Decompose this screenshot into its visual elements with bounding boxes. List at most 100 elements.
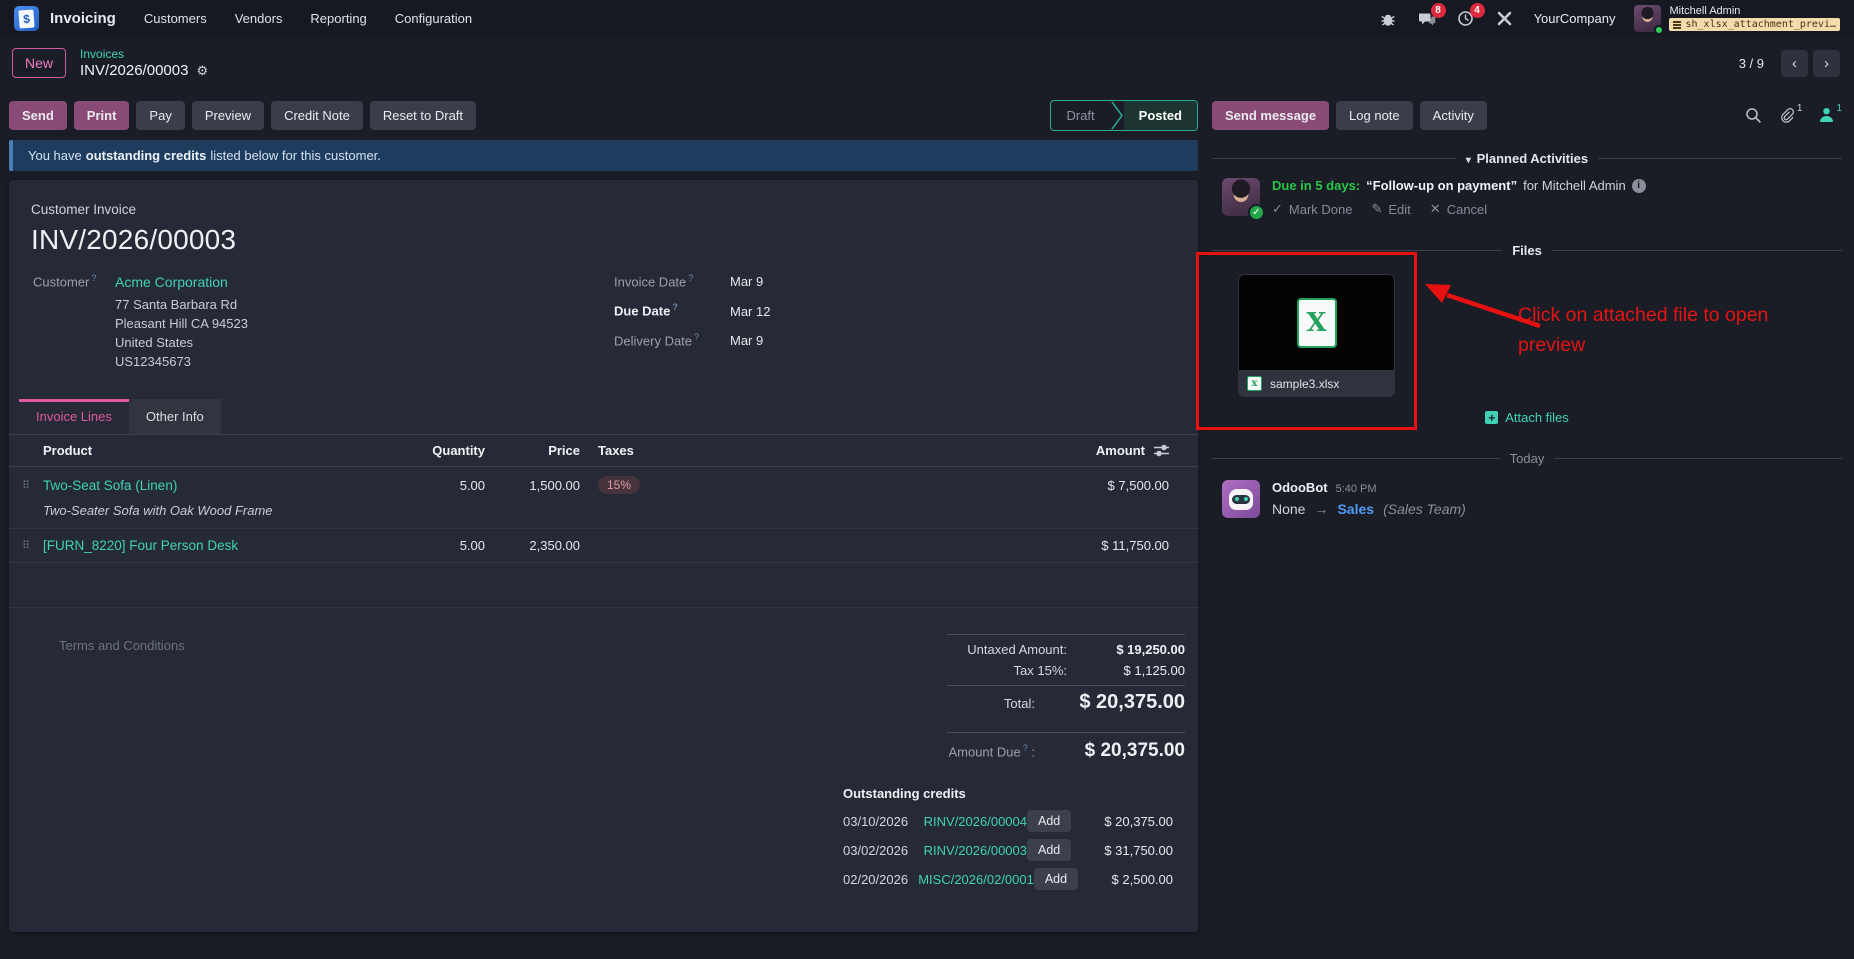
due-date-value[interactable]: Mar 12 — [730, 304, 770, 319]
mark-done-button[interactable]: ✓ Mark Done — [1272, 201, 1352, 217]
tools-icon[interactable] — [1495, 9, 1515, 29]
invoicing-app-icon[interactable]: $ — [14, 6, 39, 31]
edit-activity-button[interactable]: ✎ Edit — [1371, 201, 1410, 217]
credit-reference-link[interactable]: RINV/2026/00004 — [924, 814, 1027, 829]
main-content: Send Print Pay Preview Credit Note Reset… — [0, 89, 1854, 959]
menu-reporting[interactable]: Reporting — [310, 11, 366, 26]
drag-handle-icon[interactable]: ⠿ — [9, 530, 43, 561]
col-amount[interactable]: Amount — [1096, 443, 1145, 458]
dollar-sheet-icon: $ — [18, 8, 35, 29]
reset-to-draft-button[interactable]: Reset to Draft — [369, 101, 477, 130]
caret-down-icon[interactable]: ▾ — [1466, 155, 1471, 166]
customer-link[interactable]: Acme Corporation — [115, 273, 248, 292]
cancel-icon: ✕ — [1429, 201, 1441, 216]
menu-customers[interactable]: Customers — [144, 11, 207, 26]
search-messages-icon[interactable] — [1745, 107, 1762, 124]
activity-assignee: for Mitchell Admin — [1523, 178, 1626, 193]
activity-due: Due in 5 days: — [1272, 178, 1361, 193]
credit-reference-link[interactable]: RINV/2026/00003 — [924, 843, 1027, 858]
attachment-thumbnail[interactable]: X — [1238, 274, 1395, 370]
attach-files-button[interactable]: + Attach files — [1212, 410, 1842, 425]
breadcrumb-invoices[interactable]: Invoices — [80, 47, 208, 61]
activity-button[interactable]: Activity — [1419, 101, 1487, 130]
message-time: 5:40 PM — [1335, 483, 1377, 495]
credit-reference-link[interactable]: MISC/2026/02/0001 — [918, 872, 1034, 887]
new-button[interactable]: New — [12, 48, 67, 78]
log-note-button[interactable]: Log note — [1336, 101, 1413, 130]
address-line: US12345673 — [115, 354, 191, 369]
attachment-card-sample3-xlsx[interactable]: X x sample3.xlsx — [1238, 274, 1395, 397]
optional-columns-icon[interactable] — [1154, 444, 1169, 457]
credit-date: 03/02/2026 — [843, 842, 909, 858]
menu-vendors[interactable]: Vendors — [235, 11, 283, 26]
price-value[interactable]: 1,500.00 — [485, 469, 580, 502]
quantity-value[interactable]: 5.00 — [385, 469, 485, 502]
invoice-line-row[interactable]: ⠿ [FURN_8220] Four Person Desk 5.00 2,35… — [9, 529, 1198, 563]
invoice-date-value[interactable]: Mar 9 — [730, 274, 763, 289]
state-draft[interactable]: Draft — [1051, 101, 1109, 130]
product-link[interactable]: [FURN_8220] Four Person Desk — [43, 529, 385, 562]
product-link[interactable]: Two-Seat Sofa (Linen) — [43, 469, 385, 502]
totals: Untaxed Amount: $ 19,250.00 Tax 15%: $ 1… — [947, 634, 1185, 762]
app-name[interactable]: Invoicing — [50, 10, 116, 27]
price-value[interactable]: 2,350.00 — [485, 529, 580, 562]
arrow-right-icon: → — [1314, 501, 1329, 517]
pay-button[interactable]: Pay — [136, 101, 185, 130]
breadcrumb: Invoices INV/2026/00003 ⚙ — [80, 47, 208, 79]
messages-icon[interactable]: 8 — [1417, 2, 1446, 29]
attachments-icon[interactable]: 1 — [1779, 103, 1802, 124]
preview-button[interactable]: Preview — [191, 101, 265, 130]
systray: 8 4 YourCompany Mitchell Admin sh_xlsx_a… — [1378, 2, 1840, 35]
untaxed-amount-row: Untaxed Amount: $ 19,250.00 — [947, 634, 1185, 660]
attachment-count: 1 — [1796, 103, 1803, 114]
empty-line-row[interactable] — [9, 563, 1198, 608]
state-posted[interactable]: Posted — [1123, 101, 1197, 130]
quantity-value[interactable]: 5.00 — [385, 529, 485, 562]
company-switcher[interactable]: YourCompany — [1534, 11, 1616, 26]
followers-icon[interactable]: 1 — [1819, 103, 1842, 123]
form-view: Send Print Pay Preview Credit Note Reset… — [9, 89, 1198, 959]
credit-note-button[interactable]: Credit Note — [271, 101, 363, 130]
delivery-date-value[interactable]: Mar 9 — [730, 333, 763, 348]
invoice-line-row[interactable]: ⠿ Two-Seat Sofa (Linen) 5.00 1,500.00 15… — [9, 467, 1198, 529]
gear-icon[interactable]: ⚙ — [196, 63, 208, 79]
terms-placeholder[interactable]: Terms and Conditions — [59, 634, 185, 762]
outstanding-credit-row: 02/20/2026 MISC/2026/02/0001 Add $ 2,500… — [843, 868, 1173, 890]
statusbar: Send Print Pay Preview Credit Note Reset… — [9, 100, 1198, 131]
activity-item: ✓ Due in 5 days: “Follow-up on payment” … — [1222, 178, 1842, 221]
top-navbar: $ Invoicing Customers Vendors Reporting … — [0, 0, 1854, 37]
drag-handle-icon[interactable]: ⠿ — [9, 470, 43, 501]
info-icon[interactable]: i — [1631, 178, 1646, 193]
cancel-activity-button[interactable]: ✕ Cancel — [1430, 201, 1487, 217]
bug-icon[interactable] — [1378, 9, 1398, 29]
odoobot-avatar — [1222, 480, 1260, 518]
pager-previous-button[interactable]: ‹ — [1781, 49, 1808, 77]
user-menu[interactable]: Mitchell Admin sh_xlsx_attachment_previ… — [1634, 5, 1840, 35]
amount-value: $ 7,500.00 — [1107, 477, 1169, 493]
pager-count: 3 / 9 — [1738, 55, 1764, 71]
tracking-new-value-link[interactable]: Sales — [1337, 501, 1374, 517]
send-button[interactable]: Send — [9, 101, 67, 130]
col-taxes[interactable]: Taxes — [580, 443, 750, 458]
col-price[interactable]: Price — [485, 443, 580, 458]
untaxed-amount-value: $ 19,250.00 — [1116, 642, 1185, 657]
add-credit-button[interactable]: Add — [1033, 868, 1079, 890]
col-product[interactable]: Product — [43, 443, 385, 458]
message-author[interactable]: OdooBot — [1272, 480, 1328, 495]
credit-date: 02/20/2026 — [843, 871, 909, 887]
add-credit-button[interactable]: Add — [1027, 810, 1072, 832]
outstanding-credits: Outstanding credits 03/10/2026 RINV/2026… — [843, 786, 1173, 890]
attachment-filename: sample3.xlsx — [1270, 376, 1340, 391]
tab-other-info[interactable]: Other Info — [128, 399, 221, 434]
pager-next-button[interactable]: › — [1813, 49, 1840, 77]
tab-invoice-lines[interactable]: Invoice Lines — [19, 399, 129, 434]
add-credit-button[interactable]: Add — [1027, 839, 1072, 861]
tax-badge[interactable]: 15% — [598, 476, 641, 494]
send-message-button[interactable]: Send message — [1212, 101, 1330, 130]
messages-badge: 8 — [1430, 2, 1446, 18]
activity-state-icon: ✓ — [1248, 204, 1265, 221]
activities-clock-icon[interactable]: 4 — [1456, 2, 1485, 29]
menu-configuration[interactable]: Configuration — [395, 11, 472, 26]
print-button[interactable]: Print — [73, 101, 130, 130]
col-quantity[interactable]: Quantity — [385, 443, 485, 458]
